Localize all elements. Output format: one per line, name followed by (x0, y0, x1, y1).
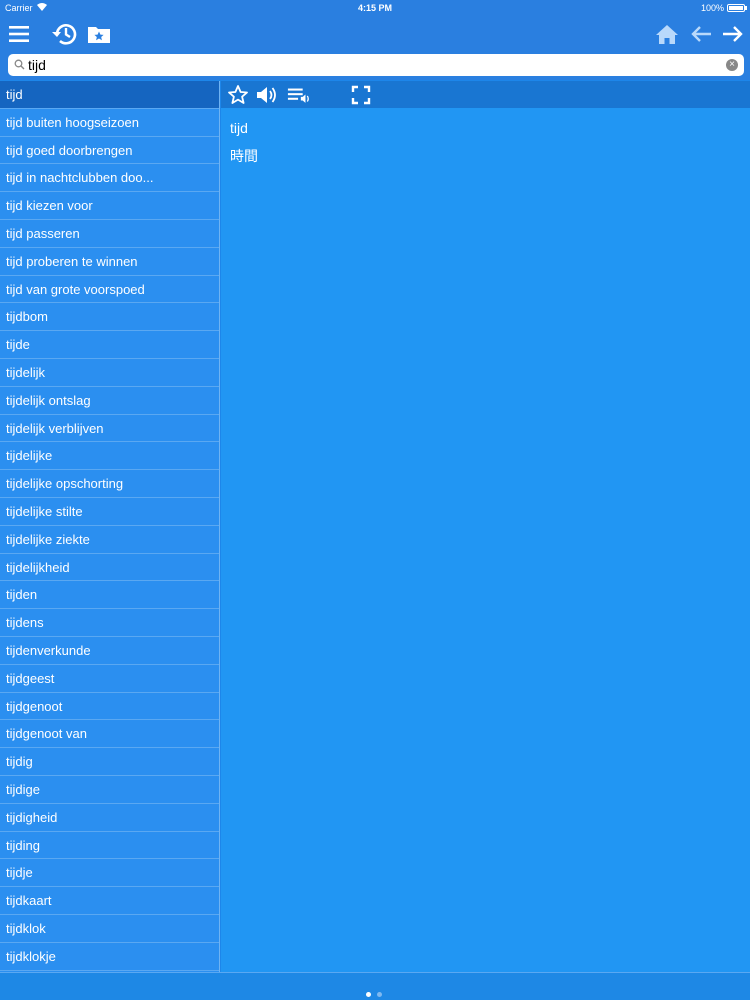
page-indicator[interactable] (366, 984, 388, 1000)
forward-arrow-icon (723, 26, 743, 42)
list-item[interactable]: tijdelijk verblijven (0, 415, 219, 443)
entry-term: tijd (230, 120, 248, 136)
list-item[interactable]: tijdelijke stilte (0, 498, 219, 526)
list-item[interactable]: tijdige (0, 776, 219, 804)
list-item[interactable]: tijde (0, 331, 219, 359)
list-item[interactable]: tijdklok (0, 915, 219, 943)
list-item[interactable]: tijdgenoot (0, 693, 219, 721)
home-button[interactable] (652, 20, 682, 48)
list-item[interactable]: tijdig (0, 748, 219, 776)
list-item[interactable]: tijd in nachtclubben doo... (0, 164, 219, 193)
history-button[interactable] (50, 20, 80, 48)
speaker-icon (257, 87, 276, 103)
search-bar: × (0, 52, 750, 80)
list-item[interactable]: tijdens (0, 609, 219, 637)
battery-percent: 100% (700, 3, 724, 13)
list-item[interactable]: tijdenverkunde (0, 637, 219, 665)
status-bar: Carrier 4:15 PM 100% (0, 0, 750, 16)
favorite-star-button[interactable] (226, 83, 250, 107)
list-item[interactable]: tijdelijkheid (0, 554, 219, 582)
search-box: × (8, 54, 744, 76)
bottom-bar (0, 972, 750, 1000)
entry-detail: tijd 時間 (221, 108, 750, 972)
list-item[interactable]: tijdje (0, 859, 219, 888)
list-item[interactable]: tijd proberen te winnen (0, 248, 219, 276)
list-item[interactable]: tijdigheid (0, 804, 219, 832)
app-window: Carrier 4:15 PM 100% tijd × tijd tijd bu… (0, 0, 750, 1000)
home-icon (656, 25, 678, 44)
entry-translation: 時間 (230, 149, 258, 165)
list-item[interactable]: tijdelijk ontslag (0, 387, 219, 415)
list-item[interactable]: tijdgenoot van (0, 720, 219, 749)
playlist-audio-icon (287, 88, 309, 103)
list-item[interactable]: tijdelijke ziekte (0, 526, 219, 554)
status-time: 4:15 PM (357, 3, 392, 13)
list-item[interactable]: tijd van grote voorspoed (0, 276, 219, 304)
page-dot[interactable] (366, 992, 371, 997)
navigation-bar (0, 16, 750, 52)
list-item[interactable]: tijd goed doorbrengen (0, 137, 219, 165)
entry-toolbar (221, 81, 750, 108)
history-icon (52, 24, 77, 45)
list-item[interactable]: tijd kiezen voor (0, 192, 219, 220)
list-item[interactable]: tijdklokje (0, 943, 219, 971)
list-item[interactable]: tijding (0, 832, 219, 860)
list-item[interactable]: tijdelijke (0, 442, 219, 471)
menu-button[interactable] (4, 20, 34, 48)
close-icon: × (729, 59, 735, 70)
clear-search-button[interactable]: × (726, 59, 738, 71)
search-icon (14, 59, 25, 70)
favorites-folder-icon (88, 27, 110, 43)
menu-icon (9, 26, 29, 42)
star-icon (228, 85, 248, 104)
battery-tip (745, 6, 747, 10)
read-aloud-button[interactable] (287, 83, 311, 107)
list-item[interactable]: tijd buiten hoogseizoen (0, 109, 219, 137)
fullscreen-icon (351, 85, 371, 105)
back-arrow-icon (691, 26, 711, 42)
list-item[interactable]: tijden (0, 581, 219, 610)
fullscreen-button[interactable] (349, 83, 373, 107)
favorites-button[interactable] (84, 20, 114, 48)
back-button[interactable] (686, 20, 716, 48)
word-list[interactable]: tijd tijd buiten hoogseizoen tijd goed doo… (0, 81, 220, 972)
list-item[interactable]: tijdelijk (0, 359, 219, 387)
forward-button[interactable] (718, 20, 748, 48)
list-item[interactable]: tijdelijke opschorting (0, 470, 219, 498)
list-item[interactable]: tijdkaart (0, 887, 219, 915)
list-item[interactable]: tijdbom (0, 303, 219, 332)
speak-button[interactable] (255, 83, 279, 107)
list-item[interactable]: tijd (0, 81, 219, 109)
battery-icon (727, 4, 745, 12)
list-item[interactable]: tijd passeren (0, 220, 219, 248)
list-item[interactable]: tijdgeest (0, 665, 219, 693)
page-dot[interactable] (377, 992, 382, 997)
search-input[interactable] (28, 56, 718, 74)
